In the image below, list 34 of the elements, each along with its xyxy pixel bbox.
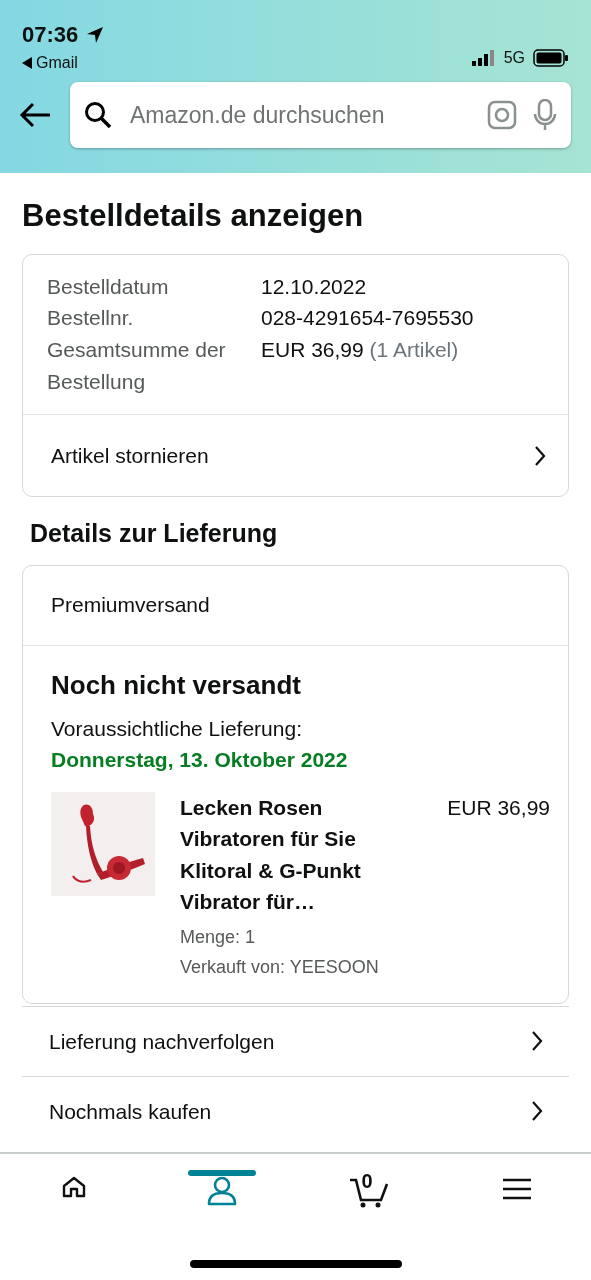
field-value: EUR 36,99 (1 Artikel) [261,337,459,364]
product-title[interactable]: Lecken Rosen Vibratoren für Sie Klitoral & G-Punkt Vibrator für… [180,791,430,918]
location-arrow-icon [86,25,105,44]
delivery-date: Donnerstag, 13. Oktober 2022 [51,747,349,774]
field-label: Bestellnr. [47,305,135,332]
cart-count: 0 [361,1169,373,1194]
search-field[interactable]: Amazon.de durchsuchen [70,82,571,148]
field-label: Bestelldatum [47,273,170,300]
network-label: 5G [503,48,525,68]
product-price: EUR 36,99 [447,794,550,821]
page-title: Bestelldetails anzeigen [22,197,365,235]
back-arrow-icon[interactable] [18,101,52,129]
battery-icon [533,49,569,67]
search-icon [84,101,112,129]
signal-icon [471,50,496,66]
cancel-items-link[interactable]: Artikel stornieren [23,414,568,497]
back-triangle-icon[interactable] [22,57,32,69]
status-time: 07:36 [22,21,79,49]
shipment-status: Noch nicht versandt [51,668,302,702]
field-value: 028-4291654-7695530 [261,305,474,332]
shipping-method: Premiumversand [51,592,210,619]
list-link[interactable]: Nochmals kaufen [22,1075,569,1146]
seller-text: Verkauft von: YEESOON [180,956,380,980]
section-title: Details zur Lieferung [30,518,279,550]
list-link[interactable]: Lieferung nachverfolgen [22,1005,569,1076]
field-label: Gesamtsumme der Bestellung [47,337,227,396]
search-input[interactable]: Amazon.de durchsuchen [128,96,471,134]
quantity-text: Menge: 1 [180,925,257,949]
person-icon[interactable] [205,1174,238,1208]
field-value: 12.10.2022 [261,273,367,300]
back-app-link[interactable]: Gmail [36,51,78,75]
camera-icon[interactable] [487,100,517,130]
delivery-estimate-label: Voraussichtliche Lieferung: [51,715,303,742]
microphone-icon[interactable] [533,99,557,131]
